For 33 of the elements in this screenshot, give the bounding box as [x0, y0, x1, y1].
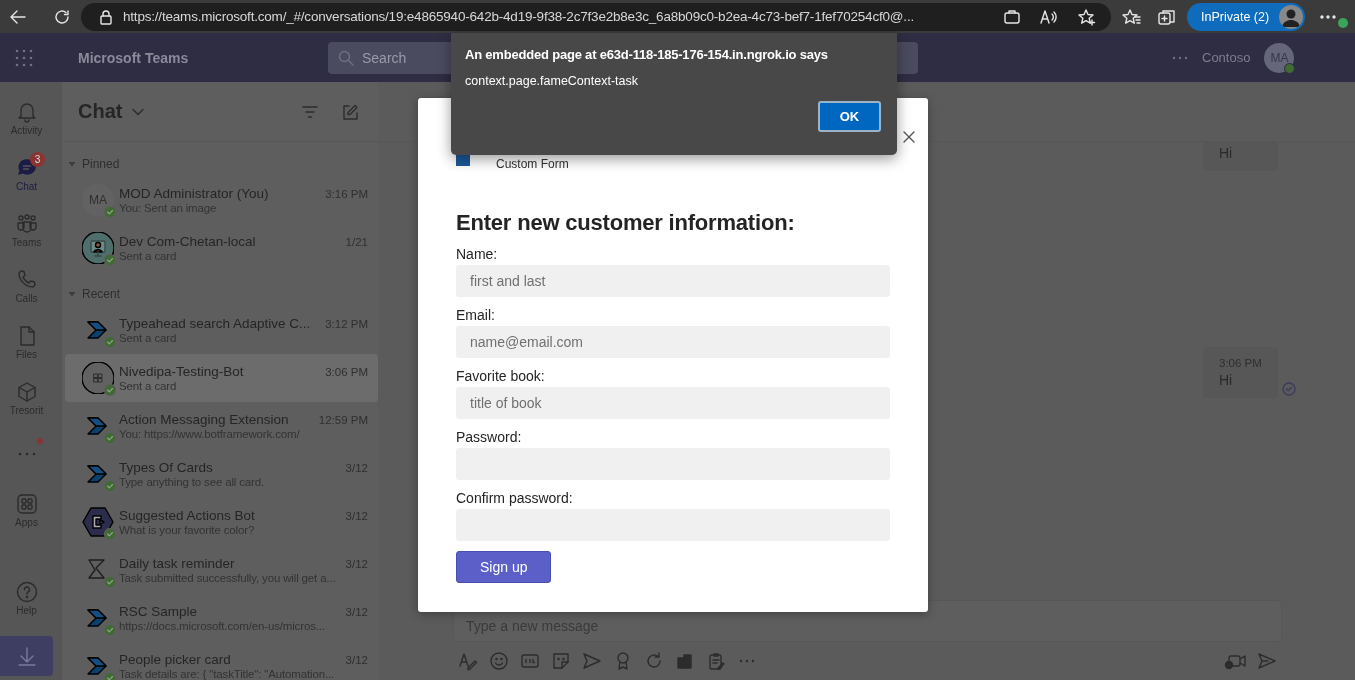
chat-name: Typeahead search Adaptive C...: [119, 316, 311, 331]
alert-message: context.page.fameContext-task: [465, 74, 639, 88]
url-text: https://teams.microsoft.com/_#/conversations/19:e4865940-642b-4d19-9f38-2c7f3e2b8e3c_6a8b09c0-b2ea-4c73-bef7-1fef70254cf0@...: [123, 9, 915, 24]
field-label: Email:: [456, 307, 496, 323]
inprivate-button[interactable]: InPrivate (2): [1187, 2, 1306, 31]
chat-name: Nivedipa-Testing-Bot: [119, 364, 244, 379]
ok-button[interactable]: OK: [818, 101, 881, 132]
organization-name[interactable]: Contoso: [1202, 50, 1251, 65]
form-heading: Enter new customer information:: [456, 210, 796, 236]
chat-name: MOD Administrator (You): [119, 186, 269, 201]
input-field[interactable]: title of book: [456, 387, 890, 419]
field-label: Favorite book:: [456, 368, 546, 384]
chat-name: Types Of Cards: [119, 460, 213, 475]
dialog-app-name: Custom Form: [496, 157, 569, 171]
chat-title: Chat: [78, 100, 123, 123]
chat-name: Action Messaging Extension: [119, 412, 289, 427]
chat-name: Dev Com-Chetan-local: [119, 234, 256, 249]
chat-time: 3:06 PM: [325, 366, 368, 378]
field-label: Password:: [456, 429, 523, 445]
chat-name: Daily task reminder: [119, 556, 235, 571]
notification-badge: 3: [30, 152, 45, 167]
chat-name: RSC Sample: [119, 604, 198, 619]
chat-name: Suggested Actions Bot: [119, 508, 255, 523]
app-title: Microsoft Teams: [78, 49, 190, 66]
sign-up-button[interactable]: Sign up: [456, 551, 552, 583]
chat-name: People picker card: [119, 652, 231, 667]
alert-title: An embedded page at e63d-118-185-176-154.in.ngrok.io says: [465, 47, 829, 62]
field-label: Confirm password:: [456, 490, 574, 506]
address-bar[interactable]: https://teams.microsoft.com/_#/conversations/19:e4865940-642b-4d19-9f38-2c7f3e2b8e3c_6a8b09c0-b2ea-4c73-bef7-1fef70254cf0@...: [81, 2, 1111, 31]
field-label: Name:: [456, 246, 499, 262]
input-field[interactable]: first and last: [456, 265, 890, 297]
rail-item[interactable]: Chat 3: [0, 146, 53, 202]
input-field[interactable]: name@email.com: [456, 326, 890, 358]
